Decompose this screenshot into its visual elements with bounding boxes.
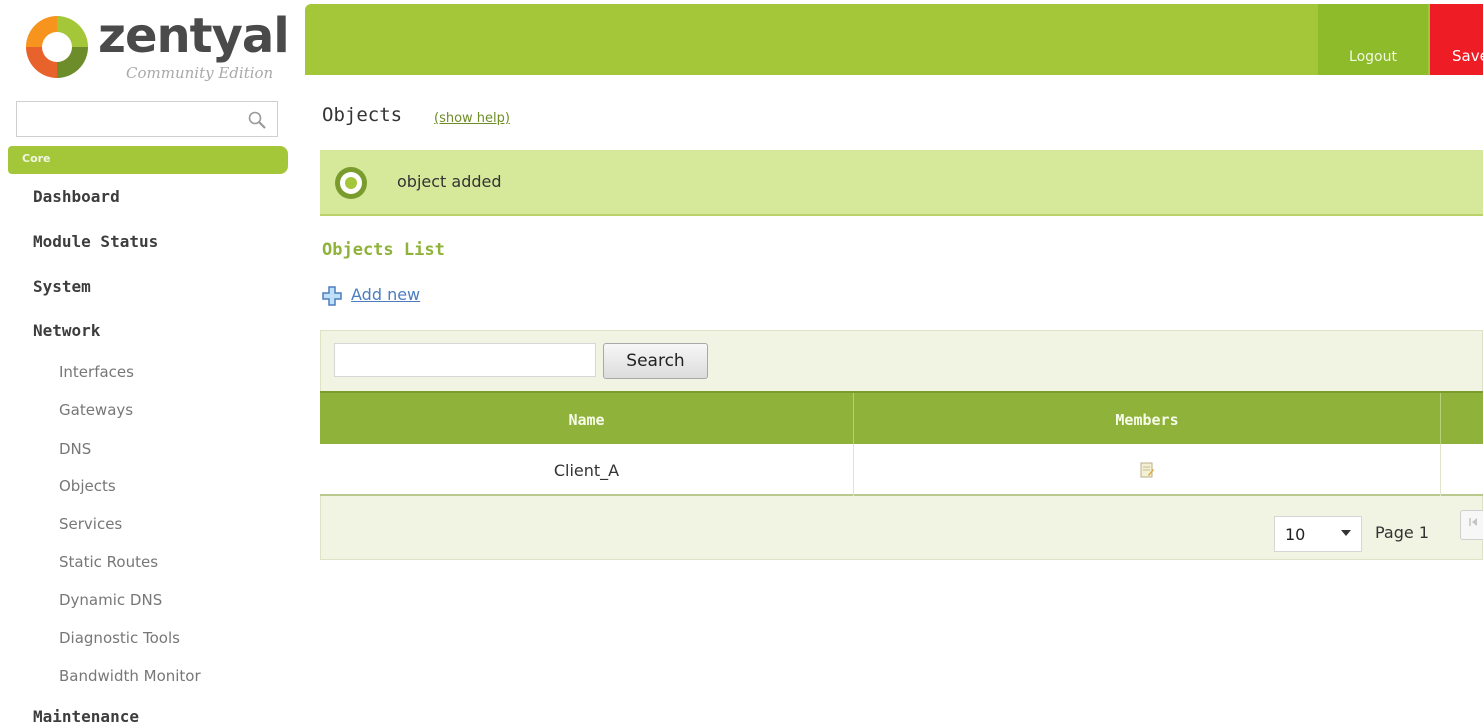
logo-edition: Community Edition [126, 64, 274, 82]
cell-name: Client_A [320, 444, 854, 496]
sidebar-search [16, 101, 278, 137]
zentyal-logo[interactable]: zentyal Community Edition [22, 6, 290, 90]
sidebar-subitem-services[interactable]: Services [59, 515, 122, 533]
column-header-members[interactable]: Members [854, 393, 1441, 446]
sidebar-section-core: Core [8, 146, 288, 174]
table-header: Name Members [320, 391, 1483, 446]
sidebar-item-dashboard[interactable]: Dashboard [33, 187, 120, 206]
sidebar-subitem-dynamic-dns[interactable]: Dynamic DNS [59, 591, 162, 609]
zentyal-logo-icon [26, 16, 88, 78]
page-size-value: 10 [1285, 524, 1306, 544]
page-title: Objects [322, 104, 403, 126]
sidebar-subitem-static-routes[interactable]: Static Routes [59, 553, 158, 571]
show-help-link[interactable]: (show help) [434, 111, 510, 126]
sidebar-subitem-gateways[interactable]: Gateways [59, 401, 133, 419]
sidebar-subitem-dns[interactable]: DNS [59, 440, 91, 458]
sidebar-subitem-objects[interactable]: Objects [59, 477, 116, 495]
objects-list-title: Objects List [322, 240, 445, 260]
notice-message: object added [397, 172, 502, 191]
sidebar-search-input[interactable] [17, 102, 237, 136]
sidebar-item-network[interactable]: Network [33, 321, 100, 340]
add-new-link[interactable]: Add new [351, 285, 420, 304]
save-changes-button[interactable]: Save [1430, 4, 1483, 75]
sidebar-item-maintenance[interactable]: Maintenance [33, 707, 139, 724]
edit-members-icon[interactable] [1140, 462, 1154, 478]
column-header-actions [1441, 393, 1483, 446]
chevron-down-icon [1341, 530, 1351, 536]
first-page-icon [1469, 518, 1477, 526]
logo-wordmark: zentyal [98, 8, 290, 64]
add-icon[interactable] [322, 286, 342, 306]
page-indicator: Page 1 [1375, 523, 1429, 542]
table-search-input[interactable] [334, 343, 596, 377]
first-page-button[interactable] [1460, 510, 1483, 540]
sidebar-subitem-diagnostic-tools[interactable]: Diagnostic Tools [59, 629, 180, 647]
sidebar-item-system[interactable]: System [33, 277, 91, 296]
logout-button[interactable]: Logout [1318, 4, 1428, 75]
page-size-select[interactable]: 10 [1274, 516, 1362, 552]
top-bar [305, 4, 1483, 75]
sidebar-subitem-bandwidth-monitor[interactable]: Bandwidth Monitor [59, 667, 201, 685]
search-icon[interactable] [247, 110, 267, 130]
sidebar-item-module-status[interactable]: Module Status [33, 232, 158, 251]
table-row: Client_A [320, 444, 1483, 496]
cell-members [854, 444, 1441, 496]
sidebar-subitem-interfaces[interactable]: Interfaces [59, 363, 134, 381]
search-button[interactable]: Search [603, 343, 708, 379]
column-header-name[interactable]: Name [320, 393, 854, 446]
success-icon [335, 167, 367, 199]
